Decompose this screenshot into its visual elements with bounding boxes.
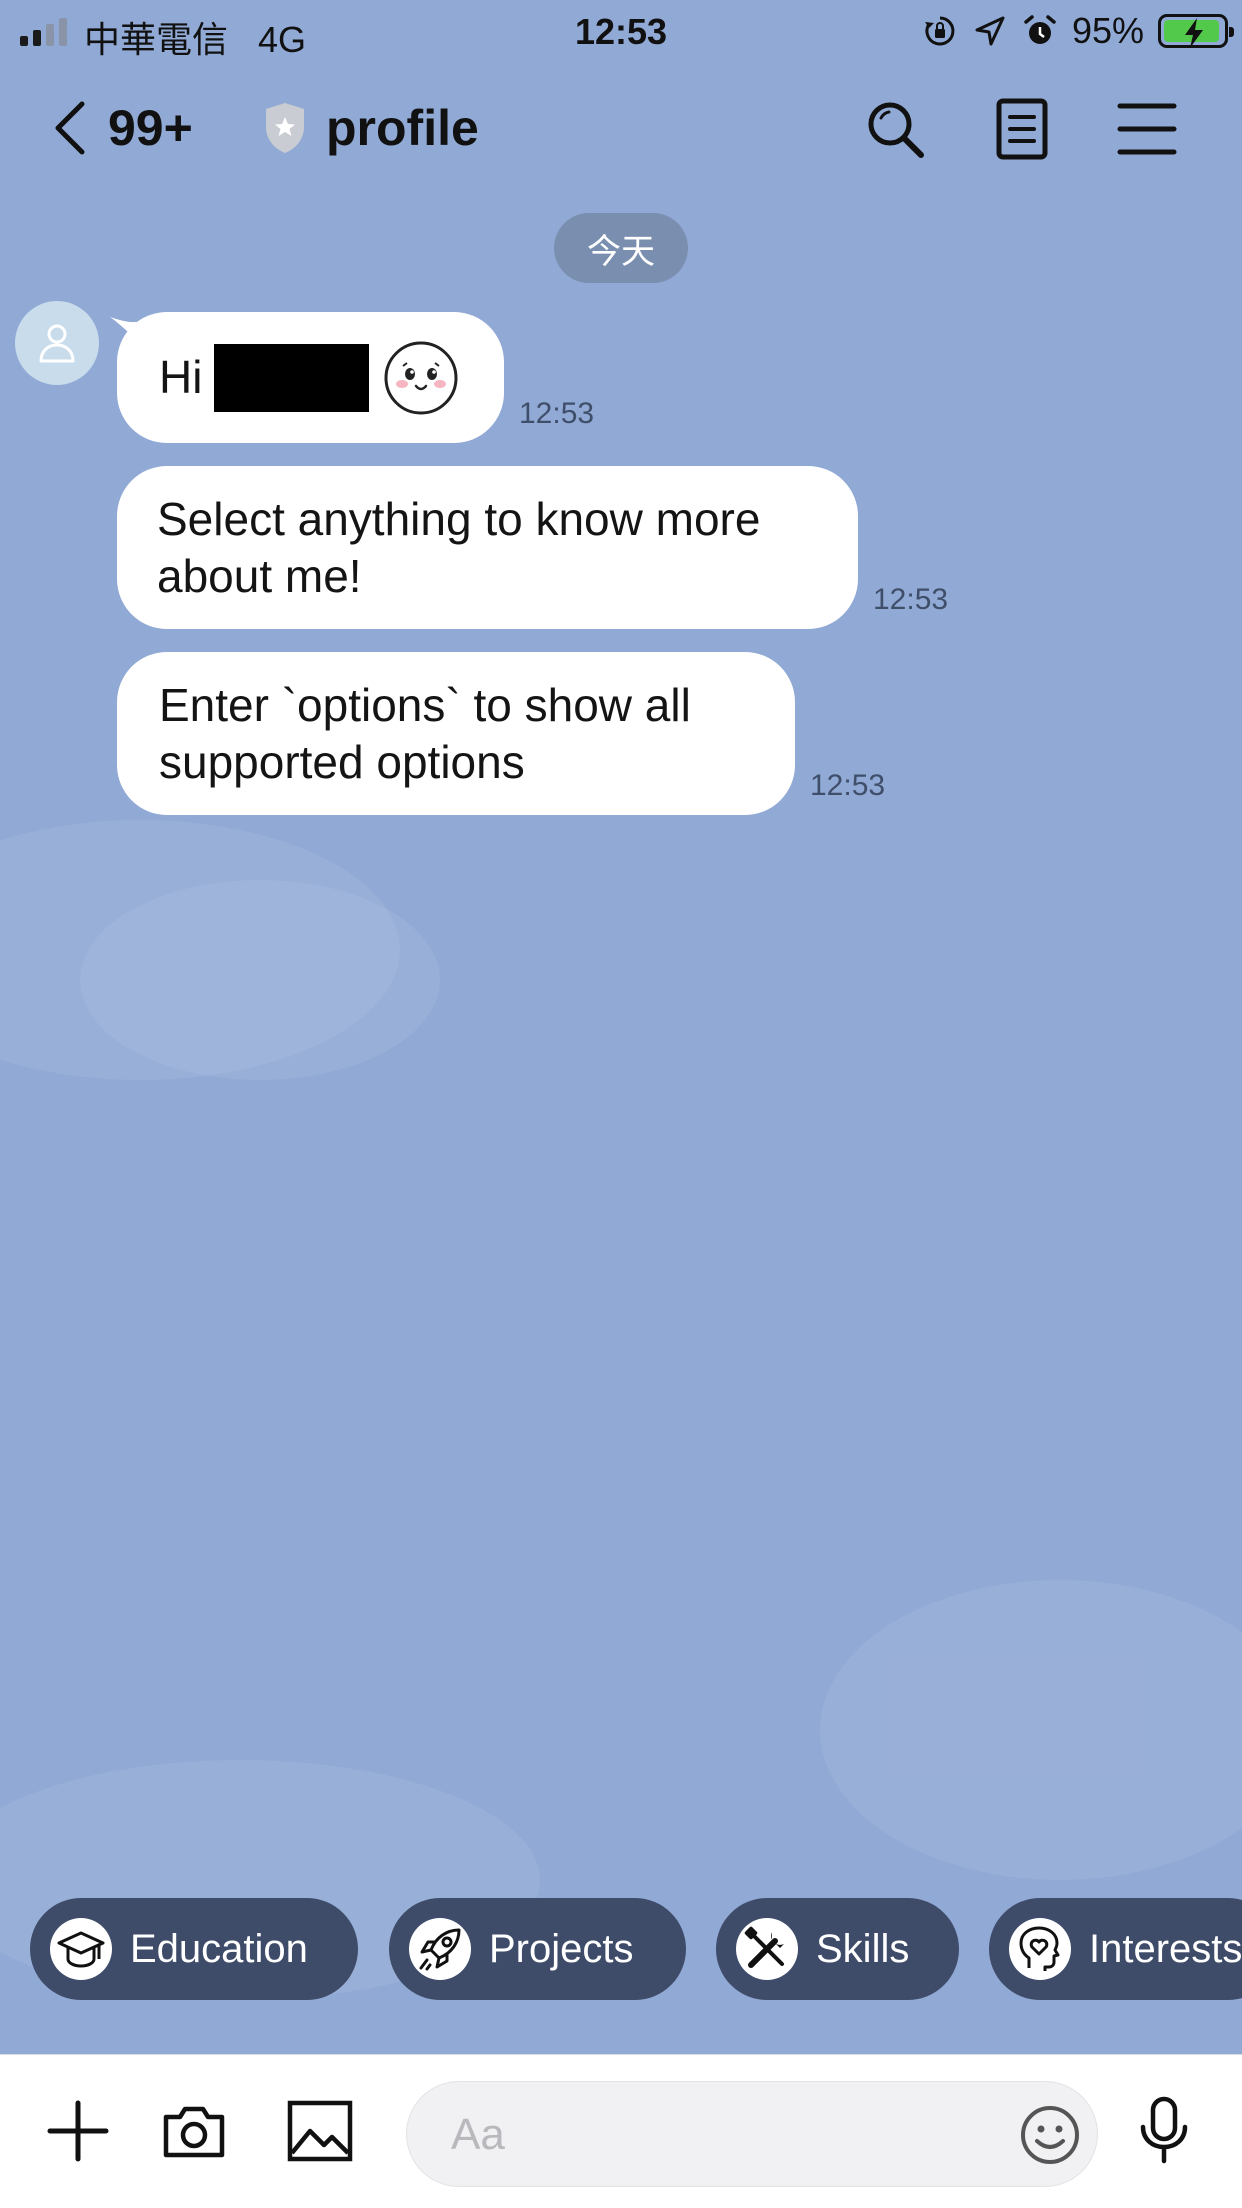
chat-header: 99+ profile [0, 62, 1242, 194]
message-bubble[interactable]: Select anything to know more about me! [117, 466, 858, 629]
quick-reply-bar: Education Projects Skills Interests [0, 1898, 1242, 2000]
chevron-left-icon [55, 101, 85, 155]
status-bar: 中華電信 4G 12:53 95% [0, 0, 1242, 62]
quick-reply-label: Interests [1089, 1926, 1242, 1971]
back-button[interactable]: 99+ [50, 97, 193, 159]
quick-reply-skills[interactable]: Skills [716, 1898, 959, 2000]
location-arrow-icon [975, 16, 1005, 46]
message-text: Hi [159, 351, 203, 403]
message-time: 12:53 [810, 769, 886, 802]
alarm-icon [1024, 15, 1056, 44]
avatar[interactable] [15, 301, 99, 385]
redacted-name [214, 343, 370, 412]
tools-icon [744, 1926, 784, 1968]
quick-reply-label: Projects [489, 1926, 634, 1971]
plus-icon[interactable] [42, 2095, 114, 2167]
battery-icon [1158, 14, 1234, 48]
message-time: 12:53 [519, 397, 595, 430]
message-text: Select anything to know more about me! [157, 493, 761, 602]
heart-head-icon [1019, 1926, 1060, 1971]
search-icon[interactable] [862, 96, 928, 162]
user-silhouette-icon [39, 324, 75, 363]
message-text-field[interactable] [406, 2081, 1098, 2187]
message-time: 12:53 [873, 583, 949, 616]
message-text: Enter `options` to show all supported op… [159, 679, 691, 788]
rocket-icon [419, 1928, 461, 1971]
message-bubble[interactable]: Hi [117, 312, 504, 443]
quick-reply-label: Skills [816, 1926, 910, 1971]
microphone-icon[interactable] [1128, 2095, 1200, 2167]
unread-count: 99+ [108, 100, 193, 156]
orientation-lock-icon [924, 16, 955, 46]
camera-icon[interactable] [158, 2095, 230, 2167]
smiling-face-sticker-icon [384, 341, 458, 414]
quick-reply-interests[interactable]: Interests [989, 1898, 1242, 2000]
quick-reply-label: Education [130, 1926, 308, 1971]
message-bubble[interactable]: Enter `options` to show all supported op… [117, 652, 795, 815]
chat-title: profile [326, 100, 479, 156]
official-badge-icon [266, 103, 304, 153]
notes-icon[interactable] [989, 96, 1055, 162]
quick-reply-projects[interactable]: Projects [389, 1898, 686, 2000]
message-input[interactable] [451, 2104, 991, 2166]
graduation-cap-icon [57, 1931, 105, 1968]
date-divider: 今天 [554, 213, 688, 283]
emoji-icon[interactable] [1017, 2102, 1083, 2168]
battery-percentage: 95% [1071, 10, 1144, 51]
menu-icon[interactable] [1114, 96, 1180, 162]
image-icon[interactable] [284, 2095, 356, 2167]
message-input-bar [0, 2054, 1242, 2208]
quick-reply-education[interactable]: Education [30, 1898, 358, 2000]
